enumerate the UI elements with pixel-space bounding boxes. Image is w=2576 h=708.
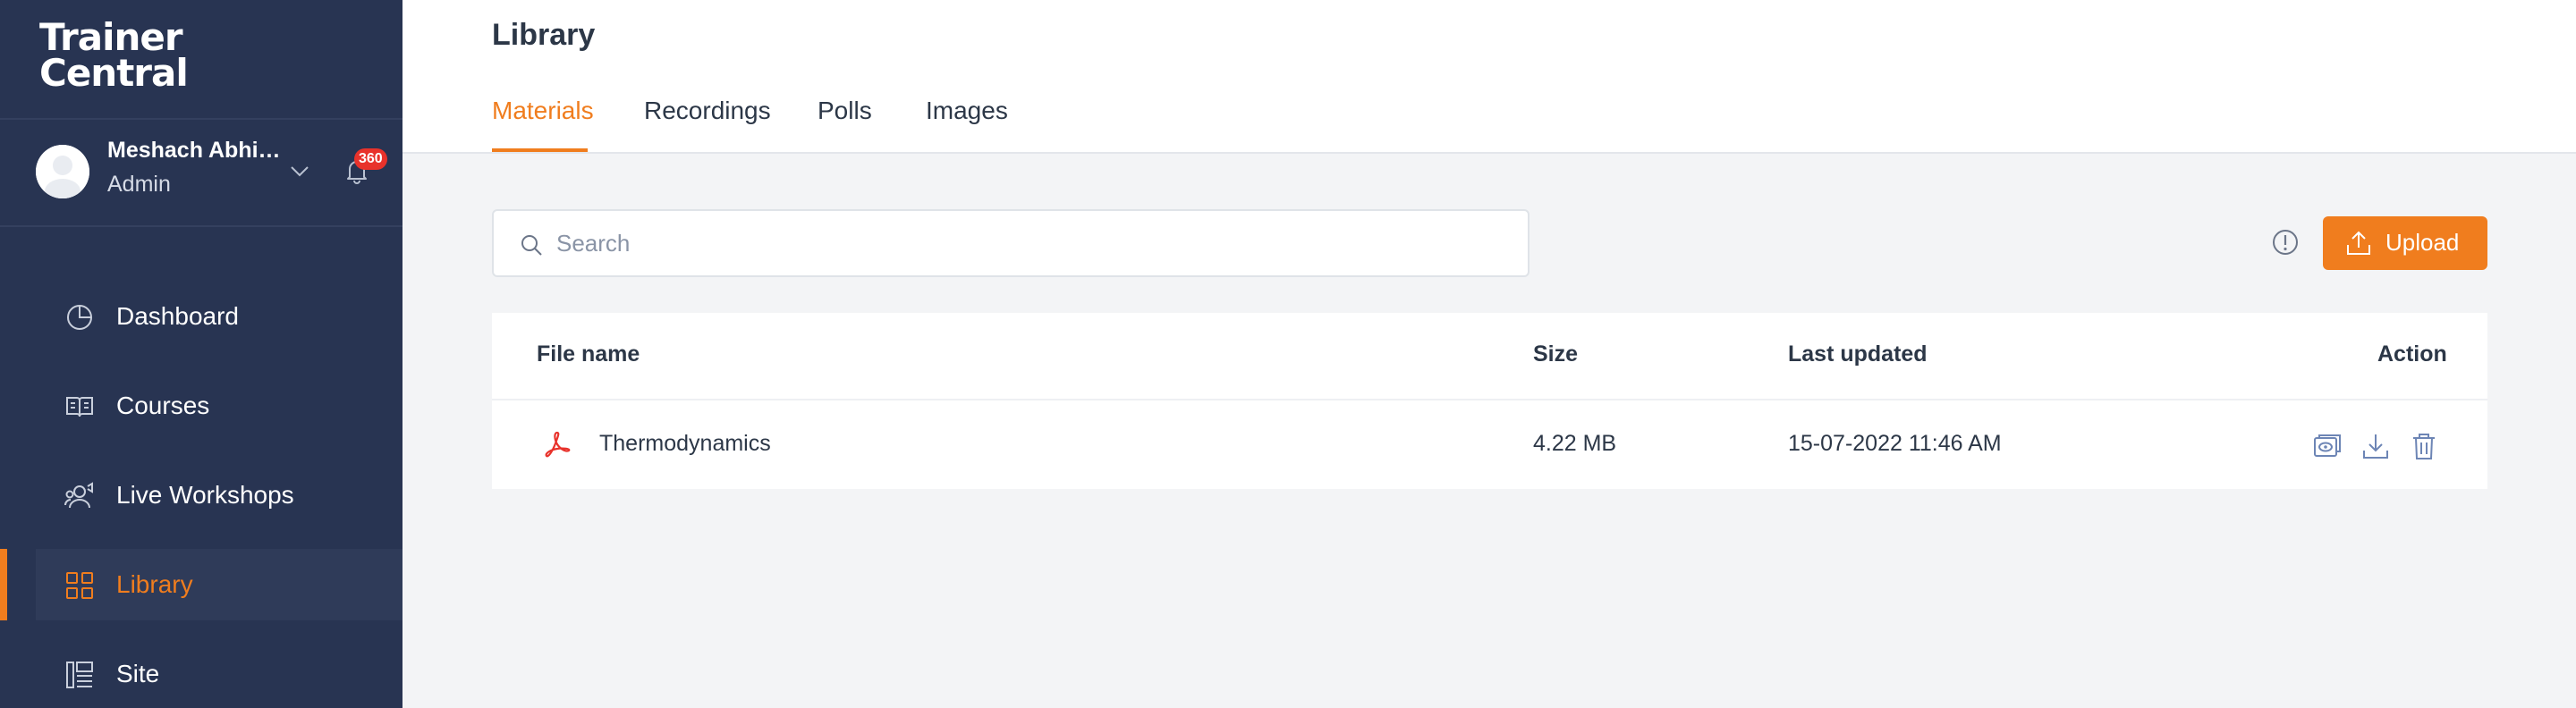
column-header-action: Action (2377, 341, 2447, 367)
layout-icon (66, 662, 93, 688)
file-name[interactable]: Thermodynamics (599, 431, 771, 457)
sidebar-item-library[interactable]: Library (36, 549, 402, 620)
book-icon (66, 397, 93, 417)
search-icon (521, 235, 542, 256)
upload-button[interactable]: Upload (2323, 216, 2487, 270)
sidebar-item-dashboard[interactable]: Dashboard (0, 281, 402, 352)
last-updated: 15-07-2022 11:46 AM (1788, 431, 2002, 456)
user-avatar-icon (36, 145, 89, 198)
profile-name: Meshach Abhish… (107, 138, 291, 163)
file-size: 4.22 MB (1533, 431, 1617, 456)
tab-images[interactable]: Images (926, 97, 1008, 125)
info-icon[interactable] (2270, 227, 2301, 257)
grid-icon (66, 572, 93, 599)
logo-line-2: Central (39, 51, 189, 95)
tab-polls[interactable]: Polls (818, 97, 872, 125)
avatar[interactable] (36, 145, 89, 198)
search-input[interactable] (556, 223, 1504, 263)
workshop-icon (64, 482, 93, 509)
upload-icon (2347, 231, 2370, 255)
sidebar-item-label: Live Workshops (116, 481, 294, 509)
column-header-last-updated: Last updated (1788, 341, 1928, 367)
page-header: Library Materials Recordings Polls Image… (402, 0, 2576, 154)
sidebar-item-label: Site (116, 660, 160, 687)
logo-line-1: Trainer (39, 15, 183, 59)
trash-icon[interactable] (2409, 431, 2439, 461)
sidebar-item-site[interactable]: Site (0, 638, 402, 708)
tab-recordings[interactable]: Recordings (644, 97, 771, 125)
profile-section[interactable]: Meshach Abhish… Admin 360 (0, 120, 402, 225)
sidebar: Trainer Central Meshach Abhish… Admin 36… (0, 0, 402, 708)
sidebar-item-live-workshops[interactable]: Live Workshops (0, 459, 402, 531)
notification-badge: 360 (354, 148, 387, 170)
app-logo[interactable]: Trainer Central (39, 15, 189, 95)
active-indicator (0, 549, 7, 620)
search-box[interactable] (492, 209, 1530, 277)
page-title: Library (492, 18, 596, 52)
download-icon[interactable] (2360, 431, 2391, 461)
preview-icon[interactable] (2312, 431, 2343, 461)
divider (0, 225, 402, 227)
sidebar-item-courses[interactable]: Courses (0, 370, 402, 442)
upload-label: Upload (2385, 229, 2460, 256)
chevron-down-icon[interactable] (288, 159, 311, 182)
column-header-file-name: File name (537, 341, 640, 367)
pdf-icon (545, 431, 571, 458)
sidebar-item-label: Courses (116, 392, 210, 419)
tab-materials[interactable]: Materials (492, 97, 594, 125)
profile-role: Admin (107, 172, 171, 197)
dashboard-icon (67, 305, 92, 330)
active-tab-underline (492, 148, 588, 152)
column-header-size: Size (1533, 341, 1579, 367)
files-table: File name Size Last updated Action Therm… (492, 313, 2487, 489)
table-row[interactable]: Thermodynamics 4.22 MB 15-07-2022 11:46 … (492, 400, 2487, 489)
sidebar-item-label: Library (116, 570, 193, 598)
sidebar-item-label: Dashboard (116, 302, 239, 330)
